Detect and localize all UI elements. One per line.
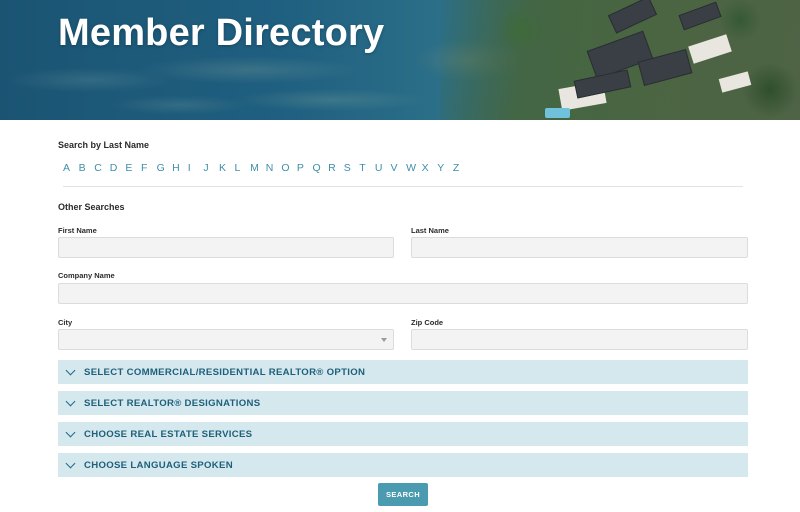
section-divider [63, 186, 743, 187]
city-select[interactable] [58, 329, 394, 350]
chevron-down-icon [65, 396, 76, 406]
hero-aerial-image [440, 0, 800, 120]
letter-link-o[interactable]: O [281, 162, 297, 174]
letter-link-e[interactable]: E [125, 162, 141, 174]
letter-link-n[interactable]: N [266, 162, 282, 174]
letter-link-r[interactable]: R [328, 162, 344, 174]
accordion-label: SELECT COMMERCIAL/RESIDENTIAL REALTOR® O… [84, 366, 366, 378]
accordion-realtor-designations[interactable]: SELECT REALTOR® DESIGNATIONS [58, 391, 748, 415]
zip-code-label: Zip Code [411, 318, 444, 327]
chevron-down-icon [65, 427, 76, 437]
search-by-last-name-label: Search by Last Name [58, 140, 150, 150]
letter-link-y[interactable]: Y [437, 162, 453, 174]
last-name-field[interactable] [411, 237, 748, 258]
search-button[interactable]: SEARCH [378, 483, 428, 506]
letter-link-k[interactable]: K [219, 162, 235, 174]
letter-link-s[interactable]: S [344, 162, 360, 174]
page-title: Member Directory [58, 12, 385, 54]
accordion-label: SELECT REALTOR® DESIGNATIONS [84, 397, 261, 409]
other-searches-label: Other Searches [58, 202, 125, 212]
letter-link-h[interactable]: H [172, 162, 188, 174]
first-name-label: First Name [58, 226, 97, 235]
letter-link-t[interactable]: T [359, 162, 375, 174]
letter-link-i[interactable]: I [188, 162, 204, 174]
letter-link-z[interactable]: Z [453, 162, 469, 174]
hero-banner: Member Directory [0, 0, 800, 120]
letter-link-q[interactable]: Q [313, 162, 329, 174]
accordion-label: CHOOSE REAL ESTATE SERVICES [84, 428, 253, 440]
letter-link-j[interactable]: J [203, 162, 219, 174]
letter-link-f[interactable]: F [141, 162, 157, 174]
accordion-language-spoken[interactable]: CHOOSE LANGUAGE SPOKEN [58, 453, 748, 477]
accordion-label: CHOOSE LANGUAGE SPOKEN [84, 459, 233, 471]
caret-down-icon [381, 338, 387, 342]
chevron-down-icon [65, 365, 76, 375]
letter-link-v[interactable]: V [390, 162, 406, 174]
last-name-label: Last Name [411, 226, 449, 235]
letter-link-u[interactable]: U [375, 162, 391, 174]
letter-link-d[interactable]: D [110, 162, 126, 174]
first-name-field[interactable] [58, 237, 394, 258]
alphabet-filter: A B C D E F G H I J K L M N O P Q R S T … [63, 162, 468, 174]
letter-link-a[interactable]: A [63, 162, 79, 174]
letter-link-x[interactable]: X [422, 162, 438, 174]
zip-code-field[interactable] [411, 329, 748, 350]
accordion-realtor-option[interactable]: SELECT COMMERCIAL/RESIDENTIAL REALTOR® O… [58, 360, 748, 384]
chevron-down-icon [65, 458, 76, 468]
letter-link-c[interactable]: C [94, 162, 110, 174]
letter-link-g[interactable]: G [157, 162, 173, 174]
city-label: City [58, 318, 73, 327]
letter-link-b[interactable]: B [79, 162, 95, 174]
letter-link-l[interactable]: L [235, 162, 251, 174]
letter-link-m[interactable]: M [250, 162, 266, 174]
letter-link-p[interactable]: P [297, 162, 313, 174]
accordion-real-estate-services[interactable]: CHOOSE REAL ESTATE SERVICES [58, 422, 748, 446]
letter-link-w[interactable]: W [406, 162, 422, 174]
company-name-field[interactable] [58, 283, 748, 304]
company-name-label: Company Name [58, 271, 115, 280]
